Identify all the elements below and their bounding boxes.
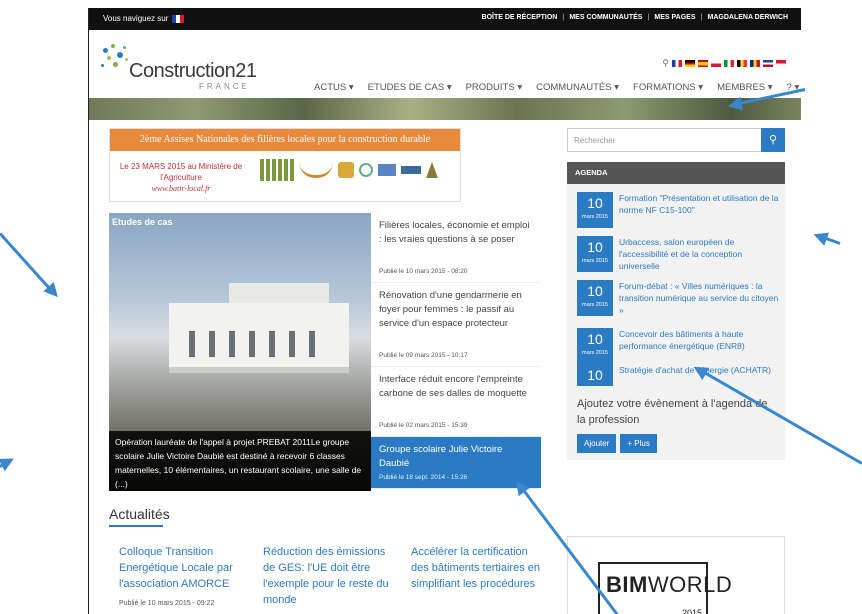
annotation-arrow	[0, 232, 56, 296]
site-logo[interactable]: Construction21 FRANCE	[99, 42, 259, 91]
separator: |	[562, 14, 565, 21]
news-list: Filières locales, économie et emploi : l…	[371, 213, 541, 489]
actualites-heading: Actualités	[109, 506, 170, 522]
hero-caption: Opération lauréate de l'appel à projet P…	[109, 431, 371, 491]
actualite-title[interactable]: Accélérer la certification des bâtiments…	[411, 544, 541, 592]
agenda-heading: AGENDA	[567, 162, 785, 184]
news-item[interactable]: Filières locales, économie et emploi : l…	[371, 213, 541, 283]
search-input[interactable]: Rechercher	[574, 136, 615, 145]
user-links: BOÎTE DE RÉCEPTION | MES COMMUNAUTÉS | M…	[482, 14, 788, 21]
partner-logo	[401, 166, 421, 174]
event-title[interactable]: Urbaccess, salon européen de l'accessibi…	[619, 236, 779, 272]
annotation-arrow	[0, 459, 12, 468]
actualite-title[interactable]: Colloque Transition Energétique Locale p…	[119, 544, 249, 592]
news-title: Groupe scolaire Julie Victoire Daubié	[379, 444, 503, 469]
flag-icon[interactable]	[750, 60, 760, 67]
event-date-badge: 10 mars 2015	[577, 280, 613, 316]
flag-icon[interactable]	[672, 60, 682, 67]
flag-icon[interactable]	[711, 60, 721, 67]
event-title[interactable]: Formation "Présentation et utilisation d…	[619, 192, 779, 216]
flag-icon[interactable]	[763, 60, 773, 67]
partner-logos	[260, 159, 438, 181]
search-box[interactable]: Rechercher ⚲	[567, 128, 785, 152]
news-date: Publié le 10 mars 2015 - 08:20	[379, 268, 468, 275]
partner-logo	[426, 162, 438, 178]
heading-underline	[109, 525, 163, 527]
actualite-item[interactable]: Colloque Transition Energétique Locale p…	[119, 544, 249, 612]
flag-icon[interactable]	[737, 60, 747, 67]
partner-logo	[338, 162, 354, 178]
flag-icon[interactable]	[724, 60, 734, 67]
news-date: Publié le 02 mars 2015 - 15:39	[379, 422, 468, 429]
news-date: Publié le 09 mars 2015 - 10:17	[379, 352, 468, 359]
partner-logo	[299, 162, 333, 178]
add-event-text: Ajoutez votre évènement à l'agenda de la…	[577, 398, 768, 426]
featured-case-study[interactable]: Etudes de cas Opération lauréate de l'ap…	[109, 213, 371, 491]
flag-icon[interactable]	[685, 60, 695, 67]
promo-banner[interactable]: 2ème Assises Nationales des filières loc…	[109, 128, 461, 202]
event-title[interactable]: Forum-débat : « Villes numériques : la t…	[619, 280, 779, 316]
location-icon[interactable]: ⚲	[662, 58, 669, 69]
hero-building-image	[229, 283, 329, 305]
event-title[interactable]: Concevoir des bâtiments à haute performa…	[619, 328, 779, 352]
news-title: Interface réduit encore l'empreinte carb…	[379, 374, 527, 399]
separator: |	[647, 14, 650, 21]
news-title: Filières locales, économie et emploi : l…	[379, 220, 530, 245]
actualite-item[interactable]: Réduction des émissions de GES: l'UE doi…	[263, 544, 393, 608]
hero-building-image	[169, 303, 349, 373]
menu-etudes-de-cas[interactable]: ETUDES DE CAS ▾	[368, 82, 452, 93]
news-title: Rénovation d'une gendarmerie en foyer po…	[379, 290, 522, 329]
actualite-item[interactable]: Accélérer la certification des bâtiments…	[411, 544, 541, 592]
event-date-badge: 10 mars 2015	[577, 192, 613, 228]
add-event-button[interactable]: Ajouter	[577, 434, 617, 453]
news-item[interactable]: Interface réduit encore l'empreinte carb…	[371, 367, 541, 437]
more-events-button[interactable]: + Plus	[620, 434, 657, 453]
promo-date: Le 23 MARS 2015 au Ministère de l'Agricu…	[119, 162, 243, 193]
flag-icon[interactable]	[776, 60, 786, 67]
promo-title: 2ème Assises Nationales des filières loc…	[110, 129, 460, 151]
news-item[interactable]: Rénovation d'une gendarmerie en foyer po…	[371, 283, 541, 367]
user-profile-link[interactable]: MAGDALENA DERWICH	[708, 14, 789, 21]
bim-world-ad[interactable]: BIMWORLD 2015	[567, 536, 785, 614]
menu-communautes[interactable]: COMMUNAUTÉS ▾	[536, 82, 619, 93]
partner-logo	[378, 164, 396, 176]
logo-country: FRANCE	[199, 82, 250, 91]
language-indicator[interactable]: Vous naviguez sur	[103, 14, 185, 23]
browser-page: Vous naviguez sur BOÎTE DE RÉCEPTION | M…	[88, 8, 801, 614]
annotation-arrow	[816, 233, 841, 245]
main-menu: ACTUS ▾ ETUDES DE CAS ▾ PRODUITS ▾ COMMU…	[314, 82, 799, 93]
communities-link[interactable]: MES COMMUNAUTÉS	[569, 14, 642, 21]
event-date-badge: 10	[577, 364, 613, 386]
pages-link[interactable]: MES PAGES	[654, 14, 695, 21]
hero-tag: Etudes de cas	[112, 217, 173, 227]
language-flags: ⚲	[662, 58, 786, 69]
agenda-actions: Ajouter + Plus	[577, 434, 657, 453]
agenda-panel: 10 mars 2015 Formation "Présentation et u…	[567, 184, 785, 460]
bim-world-logo: BIMWORLD 2015	[598, 562, 732, 614]
inbox-link[interactable]: BOÎTE DE RÉCEPTION	[482, 14, 558, 21]
menu-membres[interactable]: MEMBRES ▾	[717, 82, 772, 93]
separator: |	[700, 14, 703, 21]
site-header: Construction21 FRANCE ⚲ ACTUS ▾ ETUDES D…	[89, 30, 801, 98]
header-banner-image	[89, 98, 801, 120]
news-date: Publié le 18 sept. 2014 - 15:26	[379, 474, 468, 481]
event-date-badge: 10 mars 2015	[577, 328, 613, 364]
menu-produits[interactable]: PRODUITS ▾	[466, 82, 523, 93]
search-icon[interactable]: ⚲	[761, 128, 785, 152]
logo-name: Construction21	[129, 60, 257, 82]
menu-formations[interactable]: FORMATIONS ▾	[633, 82, 703, 93]
actualite-title[interactable]: Réduction des émissions de GES: l'UE doi…	[263, 544, 393, 608]
event-date-badge: 10 mars 2015	[577, 236, 613, 272]
partner-logo	[359, 163, 373, 177]
flag-icon[interactable]	[698, 60, 708, 67]
top-bar: Vous naviguez sur BOÎTE DE RÉCEPTION | M…	[89, 8, 801, 30]
partner-logo	[260, 159, 294, 181]
actualite-date: Publié le 10 mars 2015 - 09:22	[119, 600, 215, 607]
browse-label: Vous naviguez sur	[103, 14, 169, 23]
france-flag-icon	[172, 14, 185, 23]
menu-actus[interactable]: ACTUS ▾	[314, 82, 354, 93]
